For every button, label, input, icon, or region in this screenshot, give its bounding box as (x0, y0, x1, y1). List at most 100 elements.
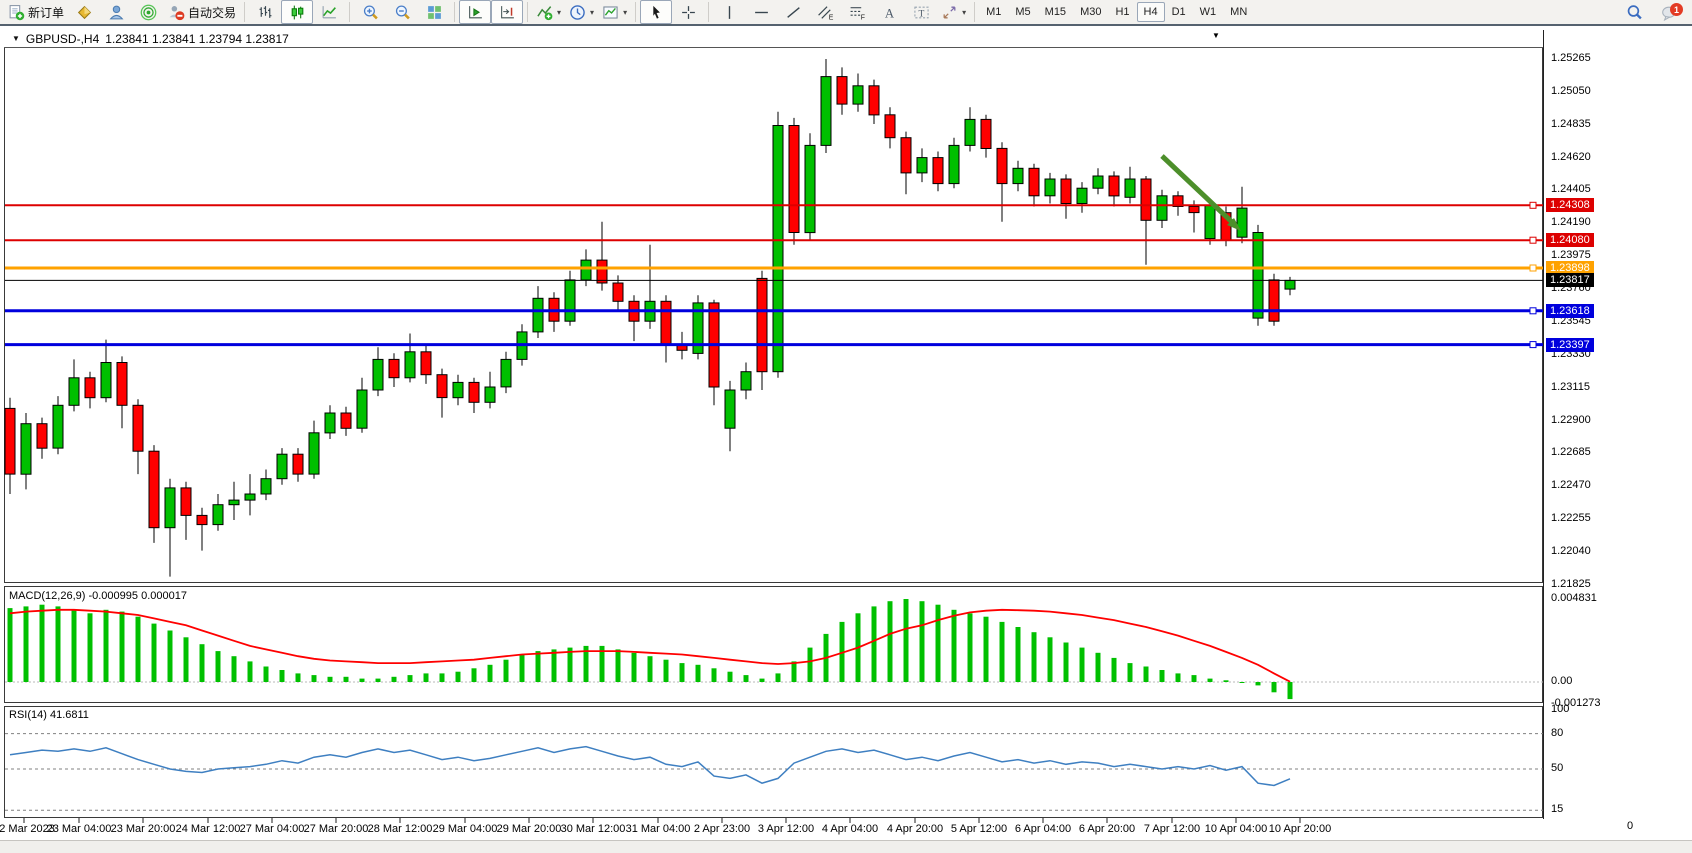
time-axis-label: 23 Mar 20:00 (111, 823, 176, 835)
zoom-out-button[interactable] (386, 0, 418, 24)
price-axis[interactable]: 1.252651.250501.248351.246201.244051.241… (1543, 28, 1692, 840)
price-axis-label: 1.23975 (1551, 249, 1591, 261)
toolbar-separator (527, 2, 528, 22)
time-axis-label: 27 Mar 04:00 (240, 823, 305, 835)
chevron-down-icon[interactable]: ▾ (623, 8, 627, 17)
shapes-icon (941, 4, 958, 21)
time-axis-label: 27 Mar 20:00 (304, 823, 369, 835)
chart-shift-button[interactable] (491, 0, 523, 24)
gold-box-button[interactable] (68, 0, 100, 24)
current-price-badge: 1.23817 (1546, 273, 1594, 287)
price-axis-label: 1.24835 (1551, 118, 1591, 130)
svg-text:A: A (884, 6, 894, 20)
timeframe-m15-button[interactable]: M15 (1038, 2, 1073, 22)
price-axis-label: 1.24190 (1551, 216, 1591, 228)
chevron-down-icon[interactable]: ▾ (590, 8, 594, 17)
timeframe-h1-button[interactable]: H1 (1108, 2, 1136, 22)
template-icon (602, 4, 619, 21)
bars-chart-button[interactable] (249, 0, 281, 24)
fibo-button[interactable]: F (841, 0, 873, 24)
toolbar-separator (244, 2, 245, 22)
hline-button[interactable] (745, 0, 777, 24)
zoom-out-icon (394, 4, 411, 21)
text-button[interactable]: A (873, 0, 905, 24)
price-level-badge: 1.23618 (1546, 304, 1594, 318)
time-axis-label: 10 Apr 04:00 (1205, 823, 1267, 835)
scroll-to-end-icon[interactable]: ▼ (1212, 31, 1220, 40)
macd-pane[interactable] (4, 586, 1543, 703)
timeframe-m30-button[interactable]: M30 (1073, 2, 1108, 22)
time-axis[interactable]: 22 Mar 202323 Mar 04:0023 Mar 20:0024 Ma… (0, 818, 1692, 840)
chevron-down-icon[interactable]: ▾ (557, 8, 561, 17)
chevron-down-icon[interactable]: ▾ (962, 8, 966, 17)
trendline-button[interactable] (777, 0, 809, 24)
hline-icon (753, 4, 770, 21)
crosshair-button[interactable] (672, 0, 704, 24)
autotrade-button[interactable]: 自动交易 (164, 0, 240, 24)
zoom-in-button[interactable] (354, 0, 386, 24)
price-axis-label: 1.24620 (1551, 151, 1591, 163)
notifications-button[interactable]: 1 (1650, 0, 1688, 24)
price-axis-label: 1.25050 (1551, 85, 1591, 97)
time-axis-label: 7 Apr 12:00 (1144, 823, 1200, 835)
candles-chart-button[interactable] (281, 0, 313, 24)
toolbar-separator (974, 2, 975, 22)
timeframe-m1-button[interactable]: M1 (979, 2, 1008, 22)
indicators-button[interactable]: ▾ (532, 0, 565, 24)
template-button[interactable]: ▾ (598, 0, 631, 24)
clock-button[interactable]: ▾ (565, 0, 598, 24)
new-order-button[interactable]: 新订单 (4, 0, 68, 24)
toolbar-separator (349, 2, 350, 22)
main-toolbar: 新订单 自动交易 ▾ ▾ ▾ EF A T ▾ M1M5M15M30H1H4D1W1MN 1 (0, 0, 1692, 26)
time-axis-label: 6 Apr 04:00 (1015, 823, 1071, 835)
autoscroll-button[interactable] (459, 0, 491, 24)
collapse-icon[interactable]: ▼ (12, 34, 20, 43)
rsi-pane[interactable] (4, 706, 1543, 818)
toolbar-separator (635, 2, 636, 22)
price-chart-pane[interactable] (4, 30, 1543, 583)
rsi-axis-label: 50 (1551, 762, 1563, 774)
cursor-icon (648, 4, 665, 21)
svg-text:T: T (918, 8, 924, 19)
new-order-icon (8, 4, 25, 21)
indicators-icon (536, 4, 553, 21)
toolbar-button-label: 新订单 (28, 4, 64, 21)
vline-button[interactable] (713, 0, 745, 24)
tile-windows-button[interactable] (418, 0, 450, 24)
profile-button[interactable] (100, 0, 132, 24)
timeframe-w1-button[interactable]: W1 (1193, 2, 1224, 22)
rsi-axis-label: 15 (1551, 803, 1563, 815)
price-level-badge: 1.24080 (1546, 233, 1594, 247)
time-axis-label: 23 Mar 04:00 (47, 823, 112, 835)
price-level-badge: 1.24308 (1546, 198, 1594, 212)
price-axis-label: 1.22900 (1551, 414, 1591, 426)
time-axis-label: 24 Mar 12:00 (176, 823, 241, 835)
search-button[interactable] (1618, 0, 1650, 24)
profile-icon (108, 4, 125, 21)
label-button[interactable]: T (905, 0, 937, 24)
axis-zero-label: 0 (1627, 820, 1633, 832)
timeframe-d1-button[interactable]: D1 (1165, 2, 1193, 22)
channel-button[interactable]: E (809, 0, 841, 24)
line-chart-button[interactable] (313, 0, 345, 24)
time-axis-label: 5 Apr 12:00 (951, 823, 1007, 835)
channel-icon: E (817, 4, 834, 21)
timeframe-m5-button[interactable]: M5 (1008, 2, 1037, 22)
chart-ohlc-values: 1.23841 1.23841 1.23794 1.23817 (105, 32, 289, 46)
price-axis-label: 1.22470 (1551, 479, 1591, 491)
chart-shift-icon (499, 4, 516, 21)
signal-icon (140, 4, 157, 21)
signal-button[interactable] (132, 0, 164, 24)
timeframe-mn-button[interactable]: MN (1223, 2, 1254, 22)
fibo-icon: F (849, 4, 866, 21)
timeframe-h4-button[interactable]: H4 (1137, 2, 1165, 22)
time-axis-label: 3 Apr 12:00 (758, 823, 814, 835)
candles-chart-icon (289, 4, 306, 21)
rsi-axis-label: 100 (1551, 703, 1569, 715)
cursor-button[interactable] (640, 0, 672, 24)
price-axis-label: 1.23115 (1551, 381, 1590, 393)
price-axis-label: 1.25265 (1551, 52, 1591, 64)
chart-symbol-period: GBPUSD-,H4 (26, 32, 99, 46)
shapes-button[interactable]: ▾ (937, 0, 970, 24)
rsi-axis-label: 80 (1551, 727, 1563, 739)
